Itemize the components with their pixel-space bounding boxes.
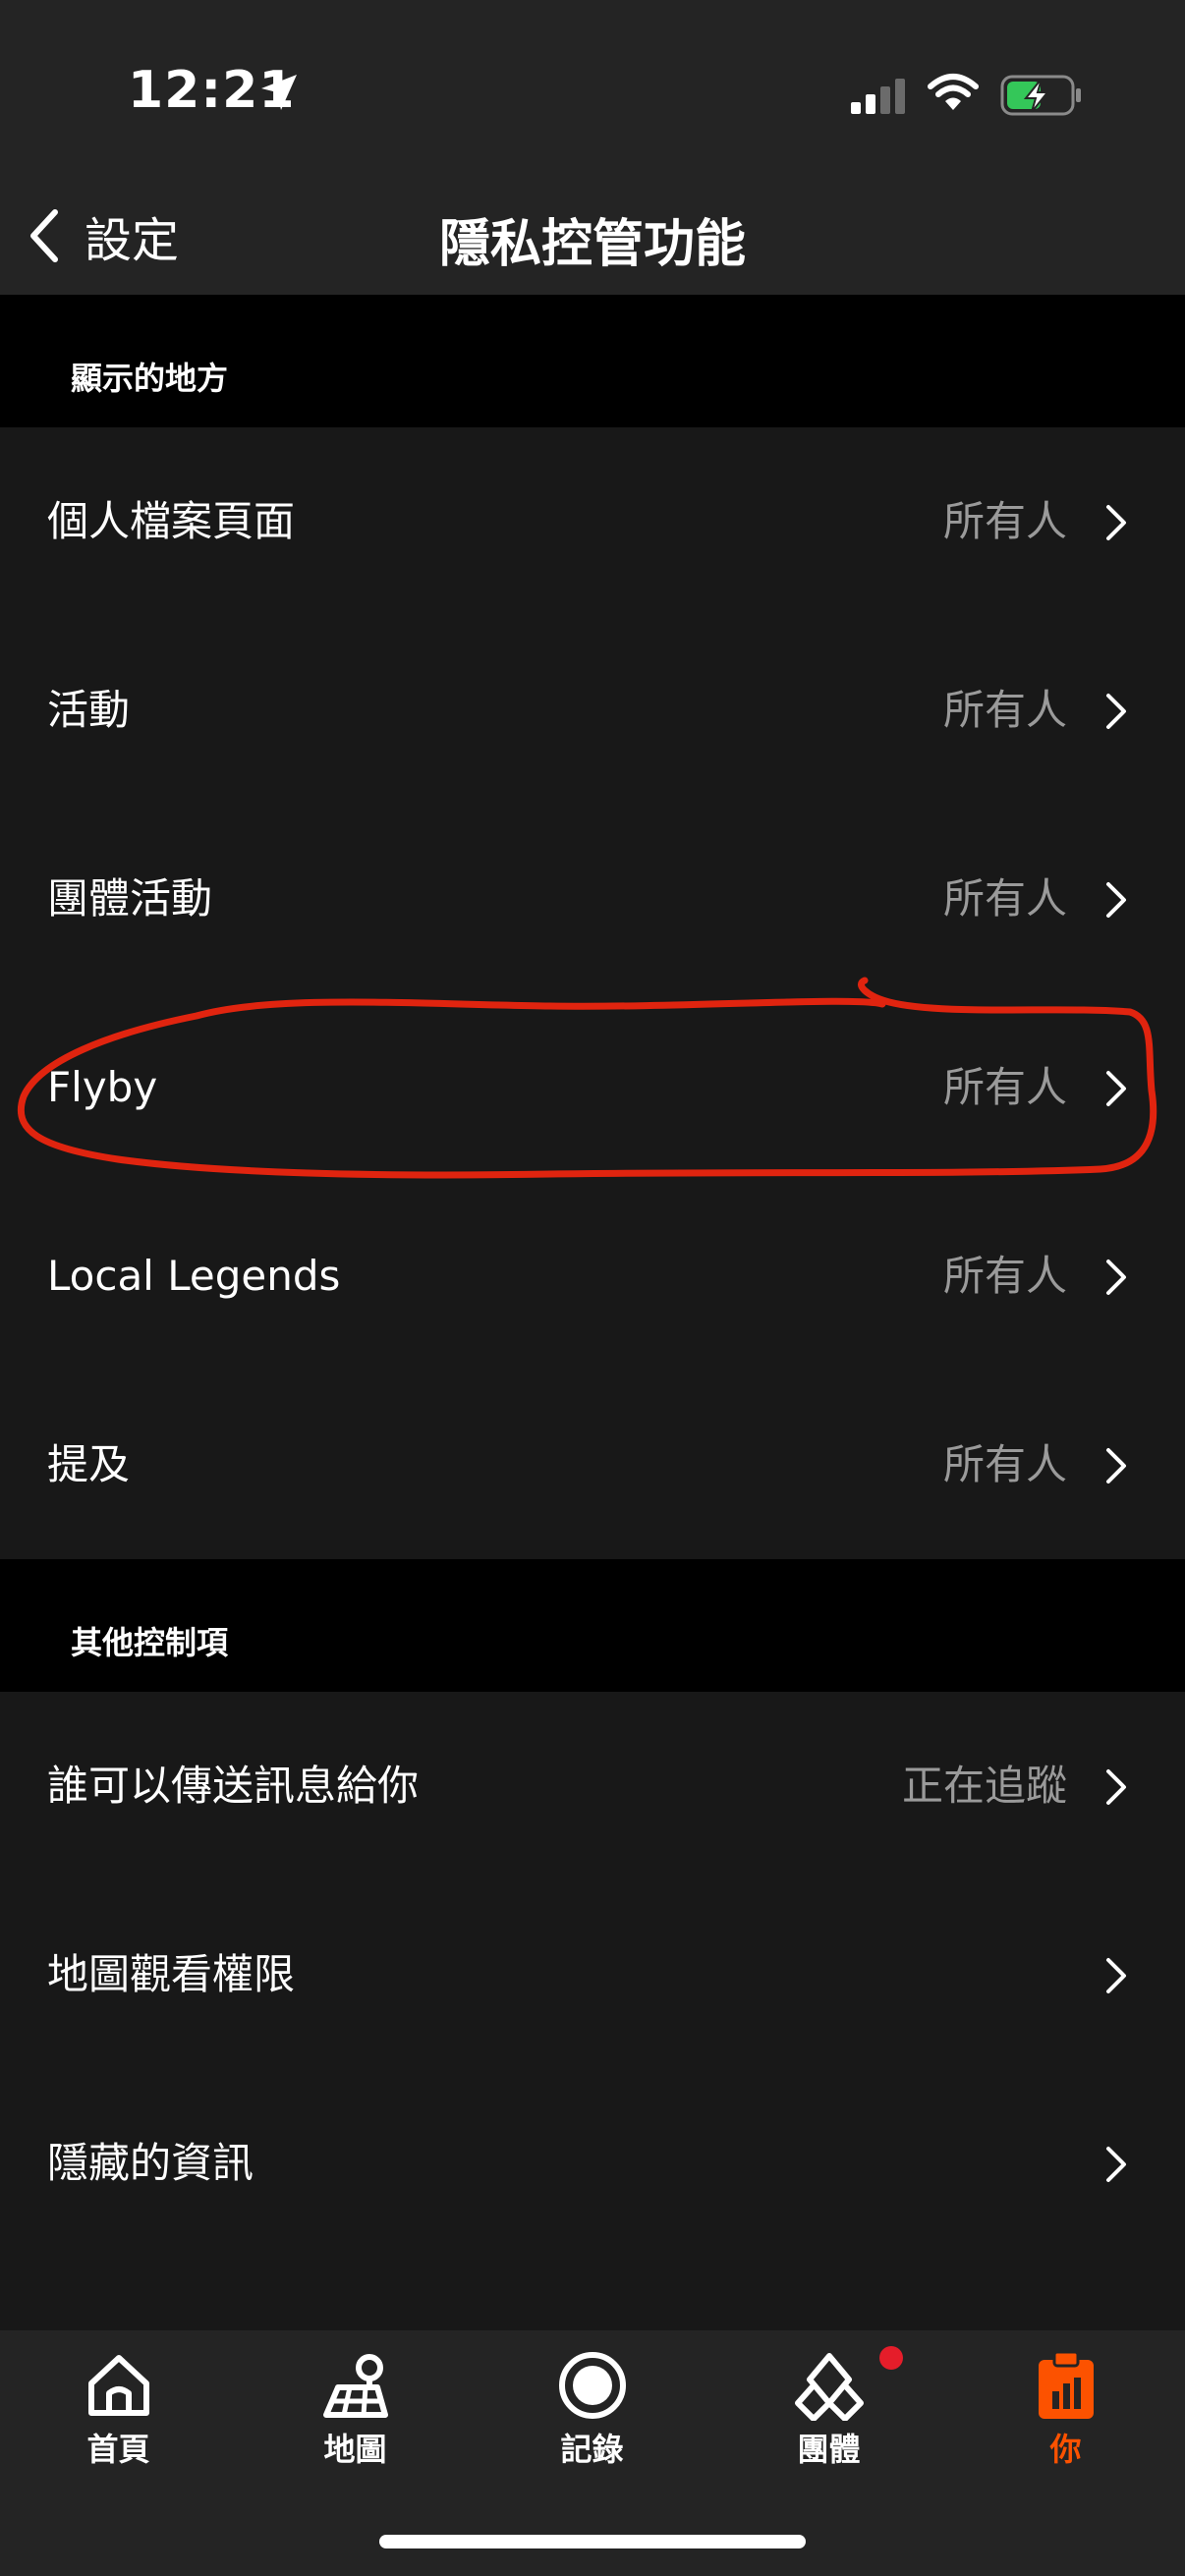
row-hidden-details[interactable]: 隱藏的資訊 <box>0 2069 1185 2258</box>
cellular-signal-icon <box>851 79 905 114</box>
tab-you[interactable]: 你 <box>947 2342 1184 2490</box>
section-header-label: 其他控制項 <box>71 1624 229 1661</box>
row-label: 提及 <box>47 1440 131 1488</box>
row-label: Local Legends <box>47 1252 341 1300</box>
row-who-can-message[interactable]: 誰可以傳送訊息給你 正在追蹤 <box>0 1692 1185 1880</box>
row-local-legends[interactable]: Local Legends 所有人 <box>0 1182 1185 1371</box>
row-mentions[interactable]: 提及 所有人 <box>0 1371 1185 1559</box>
status-bar: 12:21 <box>0 0 1185 177</box>
chevron-right-icon <box>1106 1260 1126 1295</box>
row-group-activities[interactable]: 團體活動 所有人 <box>0 805 1185 993</box>
chevron-right-icon <box>1106 1448 1126 1484</box>
tab-home[interactable]: 首頁 <box>0 2342 237 2490</box>
location-arrow-icon <box>261 75 297 110</box>
tab-label: 首頁 <box>86 2431 150 2468</box>
chevron-right-icon <box>1106 694 1126 729</box>
row-label: 隱藏的資訊 <box>47 2139 254 2187</box>
section-visibility-list: 個人檔案頁面 所有人 活動 所有人 團體活動 所有人 Flyby 所有人 Loc… <box>0 427 1185 1559</box>
chevron-right-icon <box>1106 1769 1126 1805</box>
chevron-right-icon <box>1106 505 1126 540</box>
row-label: 地圖觀看權限 <box>47 1950 296 1998</box>
row-map-visibility[interactable]: 地圖觀看權限 <box>0 1880 1185 2069</box>
row-value: 所有人 <box>942 1440 1067 1488</box>
row-value: 所有人 <box>942 1063 1067 1111</box>
tab-record[interactable]: 記錄 <box>474 2342 710 2490</box>
section-header-label: 顯示的地方 <box>71 360 229 397</box>
tab-label: 團體 <box>797 2431 861 2468</box>
chevron-right-icon <box>1106 2147 1126 2182</box>
section-header-other-controls: 其他控制項 <box>0 1559 1185 1692</box>
tab-maps[interactable]: 地圖 <box>237 2342 474 2490</box>
tab-groups[interactable]: 團體 <box>710 2342 947 2490</box>
home-icon <box>87 2355 149 2416</box>
row-flyby[interactable]: Flyby 所有人 <box>0 993 1185 1182</box>
chevron-right-icon <box>1106 882 1126 918</box>
privacy-controls-screen: 12:21 設定 隱私控管功能 顯示的地方 個人檔案頁面 所有人 活動 所有人 … <box>0 0 1185 2576</box>
wifi-icon <box>928 74 979 110</box>
map-icon <box>322 2354 388 2418</box>
row-label: 個人檔案頁面 <box>47 497 296 545</box>
chevron-right-icon <box>1106 1071 1126 1106</box>
section-other-controls-list: 誰可以傳送訊息給你 正在追蹤 地圖觀看權限 隱藏的資訊 <box>0 1692 1185 2330</box>
tab-label: 你 <box>1049 2431 1082 2468</box>
row-label: 誰可以傳送訊息給你 <box>47 1762 420 1810</box>
home-indicator[interactable] <box>379 2535 806 2548</box>
section-header-visibility: 顯示的地方 <box>0 295 1185 427</box>
record-icon <box>558 2352 626 2419</box>
row-value: 所有人 <box>942 686 1067 734</box>
row-value: 所有人 <box>942 874 1067 923</box>
row-value: 所有人 <box>942 1252 1067 1300</box>
row-value: 正在追蹤 <box>901 1762 1067 1810</box>
battery-charging-icon <box>1000 75 1081 116</box>
notification-badge <box>879 2346 903 2370</box>
row-value: 所有人 <box>942 497 1067 545</box>
tab-label: 記錄 <box>560 2431 624 2468</box>
row-label: Flyby <box>47 1063 158 1111</box>
tab-label: 地圖 <box>323 2431 387 2468</box>
page-title: 隱私控管功能 <box>438 215 746 274</box>
row-activities[interactable]: 活動 所有人 <box>0 616 1185 805</box>
row-label: 團體活動 <box>47 874 213 923</box>
row-profile-page[interactable]: 個人檔案頁面 所有人 <box>0 427 1185 616</box>
navigation-bar: 設定 隱私控管功能 <box>0 177 1185 295</box>
you-icon <box>1038 2350 1094 2419</box>
row-label: 活動 <box>47 686 131 734</box>
chevron-right-icon <box>1106 1958 1126 1993</box>
groups-icon <box>794 2353 864 2421</box>
